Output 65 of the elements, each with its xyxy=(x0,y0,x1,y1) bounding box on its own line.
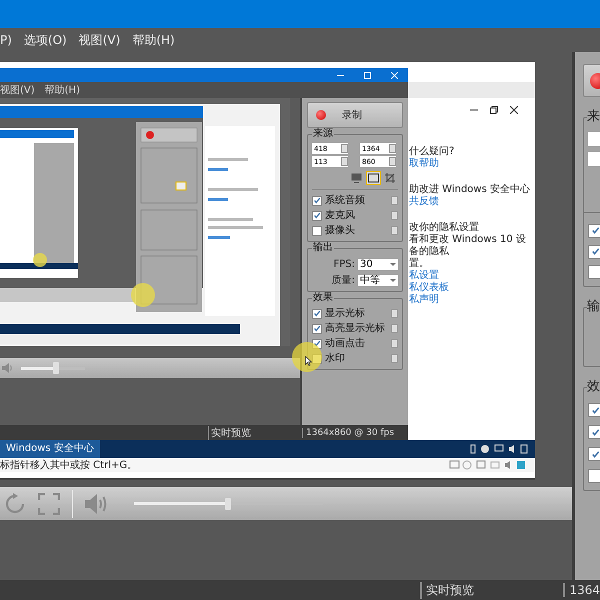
speaker-icon[interactable] xyxy=(85,492,109,514)
checkbox[interactable] xyxy=(588,425,600,439)
info-text: 助改进 Windows 安全中心 xyxy=(409,184,531,196)
checkbox-label: 显示光标 xyxy=(325,308,366,320)
info-text: 改你的隐私设置 xyxy=(409,222,480,234)
menu-item[interactable]: P) xyxy=(0,33,12,47)
checkbox[interactable] xyxy=(312,196,322,206)
quality-dropdown[interactable]: 中等 xyxy=(358,274,398,286)
checkbox-label: 高亮显示光标 xyxy=(325,322,386,334)
group-title: 输出 xyxy=(312,242,334,254)
group-title: 来 xyxy=(587,109,600,125)
checkbox-label: 麦克风 xyxy=(325,210,356,222)
checkbox[interactable] xyxy=(312,226,322,236)
menu-item[interactable]: 视图(V) xyxy=(78,32,120,48)
maximize-icon[interactable] xyxy=(364,72,371,78)
tray-icons-drawing xyxy=(469,444,529,454)
checkbox[interactable] xyxy=(588,403,600,417)
taskbar-button[interactable]: Windows 安全中心 xyxy=(0,440,100,458)
menu-item[interactable]: 帮助(H) xyxy=(132,32,175,48)
checkbox[interactable] xyxy=(312,324,322,334)
help-link[interactable]: 取帮助 xyxy=(409,158,533,170)
hint-text: 标指针移入其中或按 Ctrl+G。 xyxy=(0,458,138,472)
fps-label: FPS: xyxy=(334,258,355,270)
group-title: 来源 xyxy=(312,128,334,140)
help-link[interactable]: 共反馈 xyxy=(409,196,533,208)
info-text: 什么疑问? xyxy=(409,146,456,158)
fps-dropdown[interactable]: 30 xyxy=(358,258,398,270)
checkbox-label: 系统音频 xyxy=(325,194,366,206)
crop-icon[interactable] xyxy=(383,171,398,185)
menu-item[interactable]: 帮助(H) xyxy=(44,83,80,97)
menu-item[interactable]: 视图(V) xyxy=(0,83,35,97)
info-text: 置。 xyxy=(409,258,429,270)
status-text: 1364x860 @ 30 fps xyxy=(302,428,394,438)
group-title: 效果 xyxy=(312,292,334,304)
restore-icon[interactable] xyxy=(490,106,498,114)
checkbox-label: 动画点击 xyxy=(325,338,366,350)
slider-thumb[interactable] xyxy=(53,362,59,374)
checkbox[interactable] xyxy=(588,447,600,461)
quality-label: 质量: xyxy=(332,274,355,287)
window-icon[interactable] xyxy=(366,171,381,185)
checkbox-label: 摄像头 xyxy=(325,224,356,236)
close-icon[interactable] xyxy=(510,106,518,114)
checkbox[interactable] xyxy=(312,308,322,318)
menu-item[interactable]: 选项(O) xyxy=(24,32,67,48)
speaker-icon[interactable] xyxy=(2,362,12,374)
group-title: 输 xyxy=(587,299,600,315)
refresh-icon[interactable] xyxy=(4,492,26,514)
checkbox-label: 水印 xyxy=(325,352,346,364)
info-text: 看和更改 Windows 10 设备的隐私 xyxy=(409,234,527,258)
record-button[interactable]: 录制 xyxy=(307,102,403,128)
checkbox[interactable] xyxy=(588,469,600,483)
group-title: 效 xyxy=(587,379,600,395)
help-link[interactable]: 私仪表板 xyxy=(409,282,533,294)
help-link[interactable]: 私声明 xyxy=(409,294,533,306)
volume-slider[interactable] xyxy=(18,362,88,374)
help-link[interactable]: 私设置 xyxy=(409,270,533,282)
status-text: 1364 xyxy=(563,583,600,597)
cursor-icon xyxy=(305,356,312,366)
checkbox[interactable] xyxy=(588,224,600,238)
fullscreen-icon[interactable] xyxy=(38,492,60,514)
checkbox[interactable] xyxy=(588,265,600,280)
slider-thumb[interactable] xyxy=(224,498,231,510)
status-text: 实时预览 xyxy=(420,582,564,598)
checkbox[interactable] xyxy=(312,210,322,220)
checkbox[interactable] xyxy=(588,244,600,259)
